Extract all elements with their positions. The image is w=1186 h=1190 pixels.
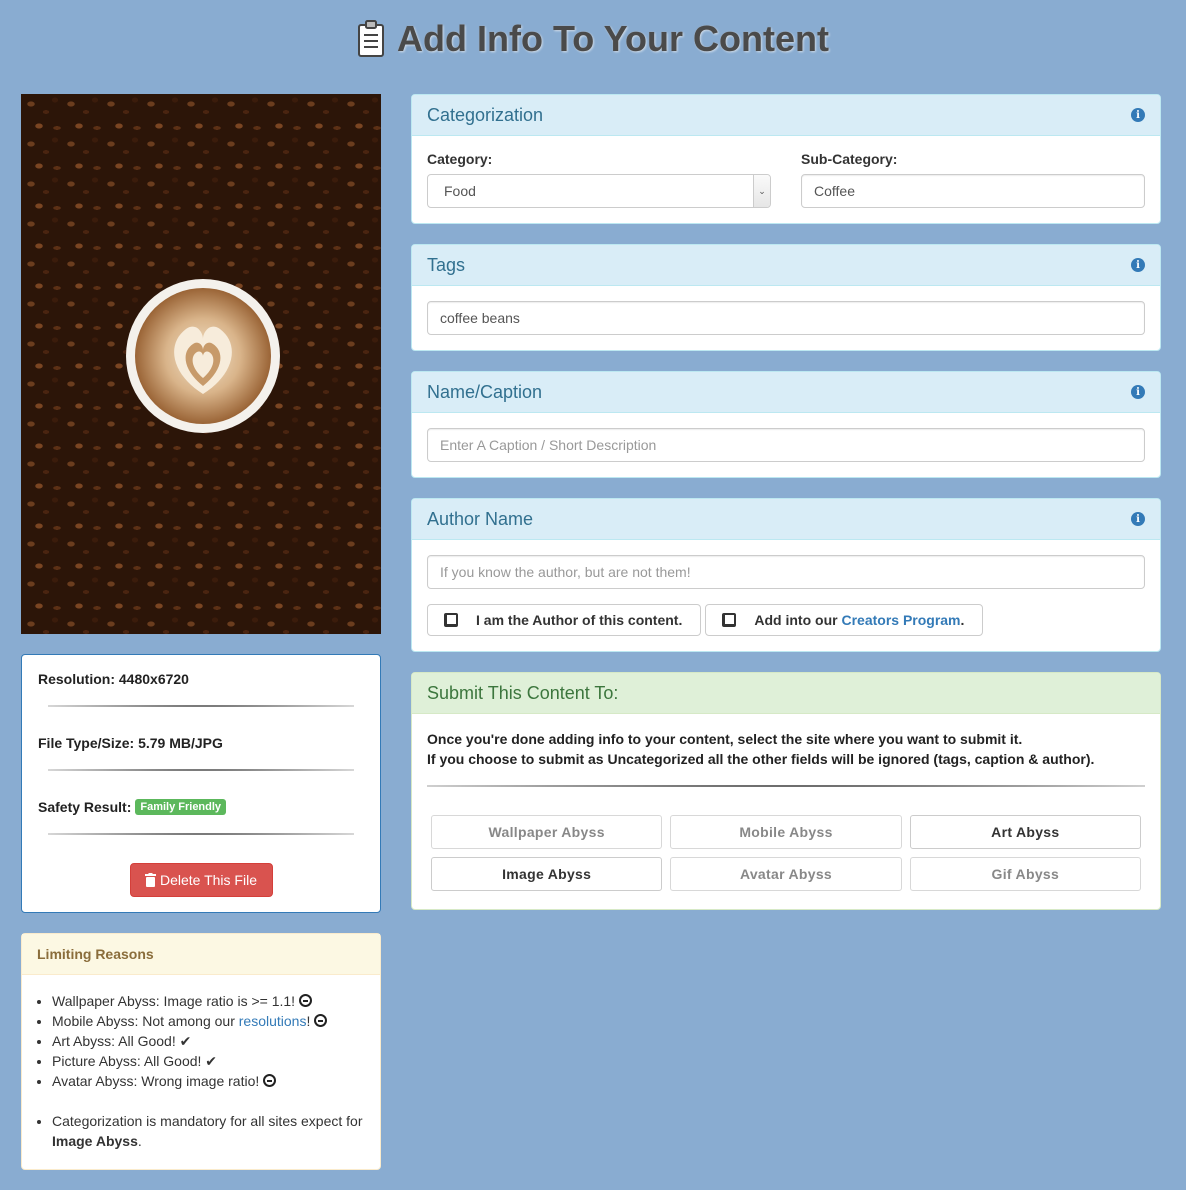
info-icon[interactable]: i (1131, 385, 1145, 399)
reason-text: Wallpaper Abyss: Image ratio is >= 1.1! (52, 993, 296, 1009)
limiting-reasons-title: Limiting Reasons (22, 934, 380, 975)
creators-text: . (960, 612, 965, 628)
caption-input[interactable] (427, 428, 1145, 462)
art-abyss-button[interactable]: Art Abyss (909, 815, 1141, 849)
reason-text: Mobile Abyss: Not among our (52, 1013, 239, 1029)
file-type-size-text: File Type/Size: 5.79 MB/JPG (38, 735, 223, 751)
creators-program-link[interactable]: Creators Program (841, 612, 960, 628)
submit-instructions-line: If you choose to submit as Uncategorized… (427, 751, 1095, 767)
list-item: Picture Abyss: All Good! ✔ (52, 1051, 365, 1071)
submit-panel: Submit This Content To: Once you're done… (411, 672, 1161, 910)
category-selected-value: Food (444, 183, 476, 199)
tags-title: Tags (427, 254, 466, 275)
creators-program-checkbox[interactable]: Add into our Creators Program. (705, 604, 984, 636)
site-buttons: Wallpaper Abyss Mobile Abyss Art Abyss I… (427, 815, 1145, 891)
left-column: Resolution: 4480x6720 File Type/Size: 5.… (21, 94, 381, 1170)
mobile-abyss-button[interactable]: Mobile Abyss (670, 815, 902, 849)
divider (427, 785, 1145, 787)
list-item: Categorization is mandatory for all site… (52, 1111, 365, 1151)
creators-text: Add into our (754, 612, 842, 628)
divider (48, 705, 354, 707)
categorization-panel: Categorization i Category: Food ⌄ Sub-Ca… (411, 94, 1161, 224)
tags-input[interactable] (427, 301, 1145, 335)
wallpaper-abyss-button[interactable]: Wallpaper Abyss (431, 815, 663, 849)
avatar-abyss-button[interactable]: Avatar Abyss (670, 857, 902, 891)
checkbox-icon (444, 613, 458, 627)
list-item: Wallpaper Abyss: Image ratio is >= 1.1! (52, 991, 365, 1011)
caption-panel: Name/Caption i (411, 371, 1161, 478)
submit-title: Submit This Content To: (427, 682, 619, 703)
info-icon[interactable]: i (1131, 512, 1145, 526)
image-abyss-button[interactable]: Image Abyss (431, 857, 663, 891)
reason-text: Picture Abyss: All Good! (52, 1053, 202, 1069)
ban-icon (314, 1014, 328, 1027)
safety-result: Safety Result: Family Friendly (38, 799, 364, 815)
categorization-title: Categorization (427, 104, 544, 125)
gif-abyss-button[interactable]: Gif Abyss (909, 857, 1141, 891)
category-select[interactable]: Food ⌄ (427, 174, 771, 208)
safety-result-label: Safety Result: (38, 799, 132, 815)
tags-panel: Tags i (411, 244, 1161, 351)
note-bold-text: Image Abyss (52, 1133, 138, 1149)
checkmark-icon: ✔ (205, 1053, 218, 1069)
submit-instructions-line: Once you're done adding info to your con… (427, 731, 1023, 747)
category-label: Category: (427, 151, 493, 167)
author-input[interactable] (427, 555, 1145, 589)
reason-text: Art Abyss: All Good! (52, 1033, 176, 1049)
uploaded-image-preview (21, 94, 381, 634)
checkbox-icon (722, 613, 737, 627)
checkmark-icon: ✔ (179, 1033, 192, 1049)
caption-title: Name/Caption (427, 381, 543, 402)
file-info-panel: Resolution: 4480x6720 File Type/Size: 5.… (21, 654, 381, 913)
trash-icon (144, 873, 156, 887)
chevron-down-icon[interactable]: ⌄ (753, 175, 770, 207)
page-title-text: Add Info To Your Content (397, 18, 829, 59)
subcategory-label: Sub-Category: (801, 151, 898, 167)
list-item: Art Abyss: All Good! ✔ (52, 1031, 365, 1051)
page-title: Add Info To Your Content (0, 18, 1186, 60)
info-icon[interactable]: i (1131, 258, 1145, 272)
creators-program-label: Add into our Creators Program. (754, 612, 964, 628)
divider (48, 833, 354, 835)
i-am-author-label: I am the Author of this content. (476, 612, 683, 628)
clipboard-icon (357, 20, 385, 58)
i-am-author-checkbox[interactable]: I am the Author of this content. (427, 604, 702, 636)
right-column: Categorization i Category: Food ⌄ Sub-Ca… (411, 94, 1161, 930)
safety-badge: Family Friendly (135, 799, 227, 815)
info-icon[interactable]: i (1131, 108, 1145, 122)
resolution-text: Resolution: 4480x6720 (38, 671, 189, 687)
ban-icon (298, 994, 312, 1007)
resolutions-link[interactable]: resolutions (239, 1013, 307, 1029)
reason-text: ! (306, 1013, 311, 1029)
list-item: Avatar Abyss: Wrong image ratio! (52, 1071, 365, 1091)
categorization-note: Categorization is mandatory for all site… (52, 1111, 365, 1151)
delete-file-label: Delete This File (159, 872, 257, 888)
ban-icon (263, 1074, 277, 1087)
note-text: Categorization is mandatory for all site… (52, 1113, 363, 1129)
reason-text: Avatar Abyss: Wrong image ratio! (52, 1073, 260, 1089)
subcategory-input[interactable] (801, 174, 1145, 208)
divider (48, 769, 354, 771)
submit-instructions: Once you're done adding info to your con… (427, 729, 1145, 769)
list-item: Mobile Abyss: Not among our resolutions! (52, 1011, 365, 1031)
note-text: . (137, 1133, 142, 1149)
author-title: Author Name (427, 508, 534, 529)
limiting-reasons-list: Wallpaper Abyss: Image ratio is >= 1.1! … (52, 991, 365, 1091)
delete-file-button[interactable]: Delete This File (129, 863, 273, 897)
limiting-reasons-panel: Limiting Reasons Wallpaper Abyss: Image … (21, 933, 381, 1170)
author-panel: Author Name i I am the Author of this co… (411, 498, 1161, 652)
